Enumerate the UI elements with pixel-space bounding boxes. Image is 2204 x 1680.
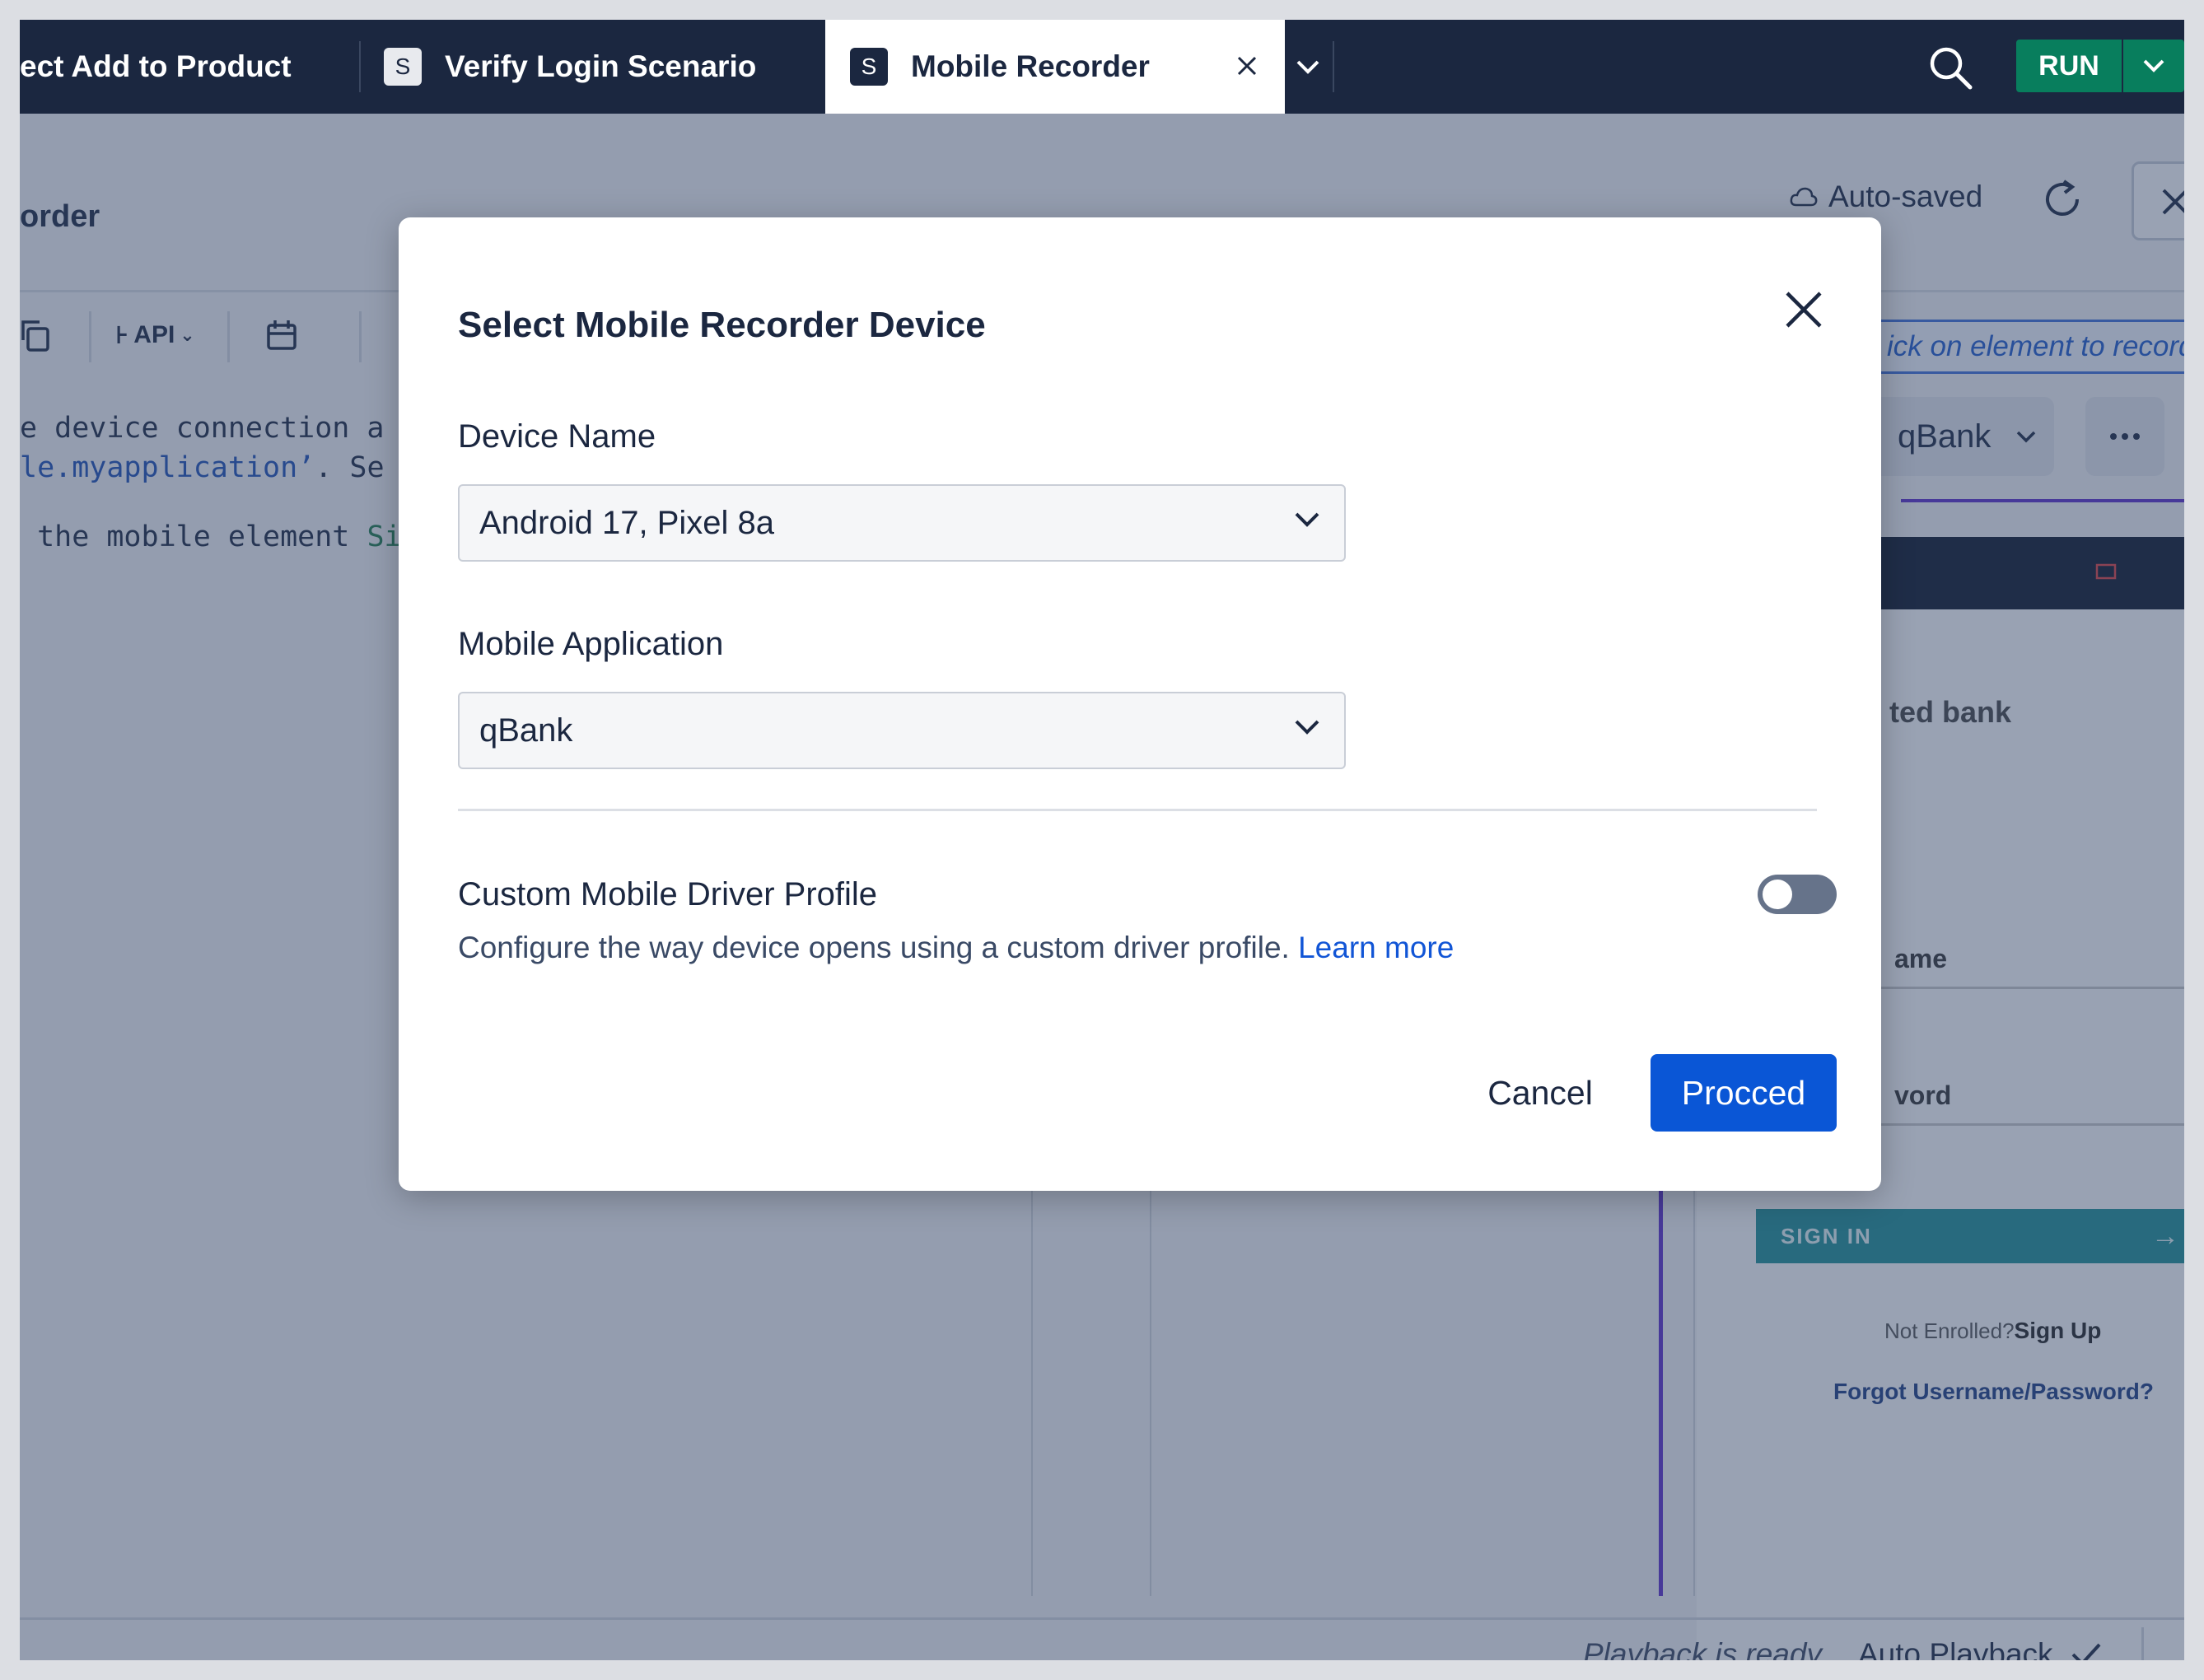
app-window: ect Add to Product S Verify Login Scenar… (20, 20, 2184, 1660)
tab-bar: ect Add to Product S Verify Login Scenar… (20, 20, 2184, 114)
chevron-down-icon (2143, 59, 2164, 72)
device-name-select[interactable]: Android 17, Pixel 8a (458, 484, 1346, 562)
divider (458, 809, 1817, 811)
toggle-knob (1763, 880, 1792, 909)
close-icon[interactable] (1230, 49, 1263, 82)
custom-profile-toggle[interactable] (1758, 875, 1837, 914)
tab-label: Verify Login Scenario (445, 49, 757, 83)
proceed-button[interactable]: Procced (1651, 1054, 1837, 1132)
tab-label: Mobile Recorder (911, 49, 1150, 83)
chevron-down-icon (1295, 512, 1319, 527)
custom-profile-label: Custom Mobile Driver Profile (458, 876, 878, 912)
mobile-application-select[interactable]: qBank (458, 692, 1346, 769)
tab-divider (1333, 41, 1334, 92)
device-name-value: Android 17, Pixel 8a (479, 504, 775, 541)
run-options-button[interactable] (2123, 40, 2184, 92)
cancel-button[interactable]: Cancel (1441, 1054, 1639, 1132)
tab-overflow-button[interactable] (1285, 20, 1331, 114)
dialog-title: Select Mobile Recorder Device (458, 305, 986, 345)
description-text: Configure the way device opens using a c… (458, 931, 1290, 964)
tab-verify-login[interactable]: S Verify Login Scenario (359, 20, 829, 114)
scenario-icon: S (850, 48, 888, 86)
search-icon[interactable] (1926, 43, 1975, 92)
mobile-application-label: Mobile Application (458, 626, 724, 662)
run-button[interactable]: RUN (2016, 40, 2122, 92)
tab-mobile-recorder[interactable]: S Mobile Recorder (825, 20, 1285, 114)
device-name-label: Device Name (458, 418, 656, 455)
close-icon[interactable] (1779, 285, 1828, 334)
custom-profile-description: Configure the way device opens using a c… (458, 931, 1454, 965)
chevron-down-icon (1296, 60, 1319, 74)
select-device-dialog: Select Mobile Recorder Device Device Nam… (399, 217, 1881, 1191)
learn-more-link[interactable]: Learn more (1298, 931, 1454, 964)
chevron-down-icon (1295, 720, 1319, 735)
tab-label: ect Add to Product (20, 49, 292, 83)
scenario-icon: S (384, 48, 422, 86)
tab-add-to-product[interactable]: ect Add to Product (20, 20, 357, 114)
mobile-application-value: qBank (479, 712, 573, 749)
